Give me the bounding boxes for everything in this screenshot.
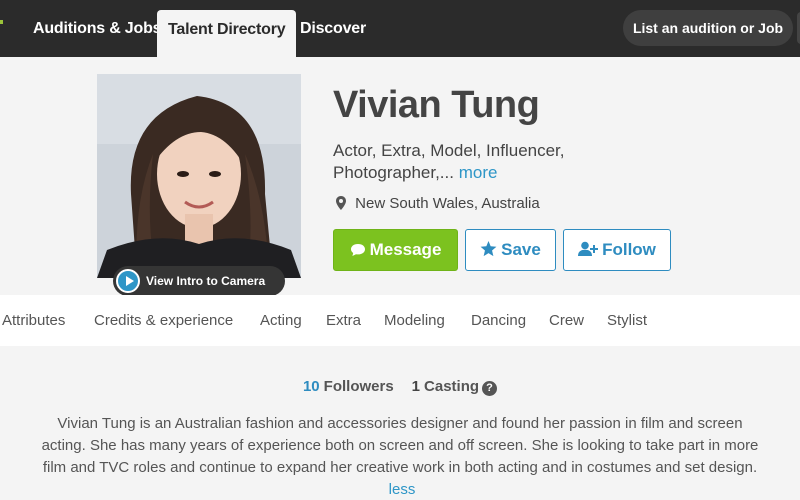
map-pin-icon bbox=[336, 196, 346, 210]
tab-crew[interactable]: Crew bbox=[549, 295, 584, 346]
question-circle-icon[interactable]: ? bbox=[482, 381, 498, 396]
tab-credits-experience[interactable]: Credits & experience bbox=[94, 295, 233, 346]
star-icon bbox=[480, 241, 497, 257]
user-plus-icon bbox=[578, 241, 599, 256]
tab-acting[interactable]: Acting bbox=[260, 295, 302, 346]
save-button[interactable]: Save bbox=[465, 229, 556, 271]
intro-label: View Intro to Camera bbox=[146, 274, 266, 288]
less-link[interactable]: less bbox=[389, 481, 416, 498]
more-link[interactable]: more bbox=[459, 163, 498, 182]
brand-mark bbox=[0, 20, 3, 24]
profile-roles: Actor, Extra, Model, Influencer, Photogr… bbox=[333, 140, 623, 184]
profile-location: New South Wales, Australia bbox=[336, 195, 540, 212]
casting-count: 1 bbox=[411, 378, 421, 395]
location-text: New South Wales, Australia bbox=[355, 195, 540, 212]
profile-photo bbox=[97, 74, 301, 278]
tab-attributes[interactable]: Attributes bbox=[2, 295, 65, 346]
nav-tab-talent-directory[interactable]: Talent Directory bbox=[157, 10, 297, 57]
save-label: Save bbox=[501, 240, 541, 259]
message-label: Message bbox=[369, 240, 442, 259]
profile-tabs: Attributes Credits & experience Acting E… bbox=[0, 295, 800, 346]
nav-tab-auditions-jobs[interactable]: Auditions & Jobs bbox=[33, 0, 162, 57]
followers-count[interactable]: 10 bbox=[303, 378, 320, 395]
view-intro-button[interactable]: View Intro to Camera bbox=[113, 266, 285, 296]
tab-extra[interactable]: Extra bbox=[326, 295, 361, 346]
followers-label[interactable]: Followers bbox=[324, 378, 394, 395]
tab-modeling[interactable]: Modeling bbox=[384, 295, 445, 346]
profile-name: Vivian Tung bbox=[333, 84, 540, 126]
casting-label: Casting bbox=[424, 378, 480, 395]
bio-text: Vivian Tung is an Australian fashion and… bbox=[41, 415, 759, 476]
profile-stats: 10 Followers 1 Casting? bbox=[0, 378, 800, 396]
play-circle-icon bbox=[116, 269, 140, 293]
list-audition-button[interactable]: List an audition or Job bbox=[623, 10, 793, 46]
profile-bio: Vivian Tung is an Australian fashion and… bbox=[40, 413, 760, 500]
message-button[interactable]: Message bbox=[333, 229, 458, 271]
follow-label: Follow bbox=[602, 240, 656, 259]
tab-dancing[interactable]: Dancing bbox=[471, 295, 526, 346]
chat-bubble-icon bbox=[350, 244, 365, 256]
tab-stylist[interactable]: Stylist bbox=[607, 295, 647, 346]
follow-button[interactable]: Follow bbox=[563, 229, 671, 271]
roles-text: Actor, Extra, Model, Influencer, Photogr… bbox=[333, 141, 565, 182]
nav-tab-discover[interactable]: Discover bbox=[300, 0, 366, 57]
top-navbar: Auditions & Jobs Talent Directory Discov… bbox=[0, 0, 800, 57]
